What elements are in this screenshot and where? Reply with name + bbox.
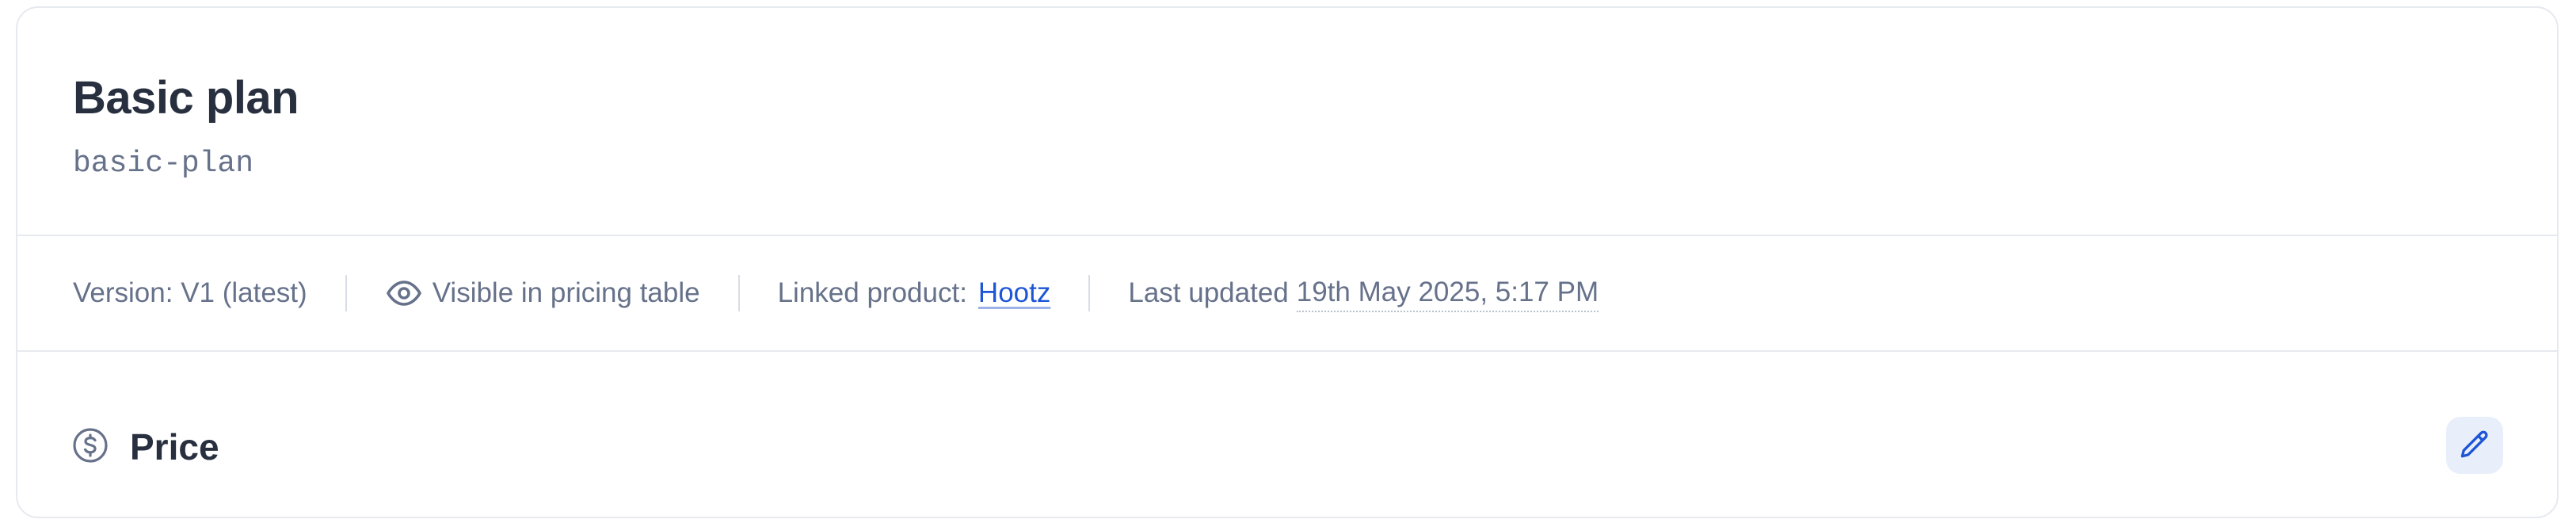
visibility-info: Visible in pricing table <box>385 274 700 312</box>
plan-title: Basic plan <box>73 72 299 124</box>
meta-divider <box>1088 275 1091 311</box>
price-section: Price <box>17 352 2557 517</box>
meta-divider <box>345 275 347 311</box>
linked-product-info: Linked product: Hootz <box>778 275 1051 311</box>
plan-card: Basic plan basic-plan Version: V1 (lates… <box>16 6 2559 518</box>
eye-icon <box>385 274 423 312</box>
meta-divider <box>737 275 740 311</box>
version-text: Version: V1 (latest) <box>73 277 307 308</box>
plan-meta-bar: Version: V1 (latest) Visible in pricing … <box>17 236 2557 352</box>
linked-product-label: Linked product: <box>777 277 967 308</box>
visibility-text: Visible in pricing table <box>432 277 700 308</box>
plan-slug: basic-plan <box>73 147 254 181</box>
pencil-icon <box>2457 428 2492 463</box>
version-info: Version: V1 (latest) <box>73 275 307 311</box>
last-updated-timestamp[interactable]: 19th May 2025, 5:17 PM <box>1296 274 1599 312</box>
linked-product-link[interactable]: Hootz <box>978 275 1050 311</box>
plan-header: Basic plan basic-plan <box>17 8 2557 236</box>
edit-price-button[interactable] <box>2446 417 2503 474</box>
last-updated-label: Last updated <box>1128 277 1289 308</box>
dollar-circle-icon <box>71 426 109 464</box>
price-heading: Price <box>130 426 219 468</box>
last-updated-info: Last updated 19th May 2025, 5:17 PM <box>1128 274 1599 312</box>
